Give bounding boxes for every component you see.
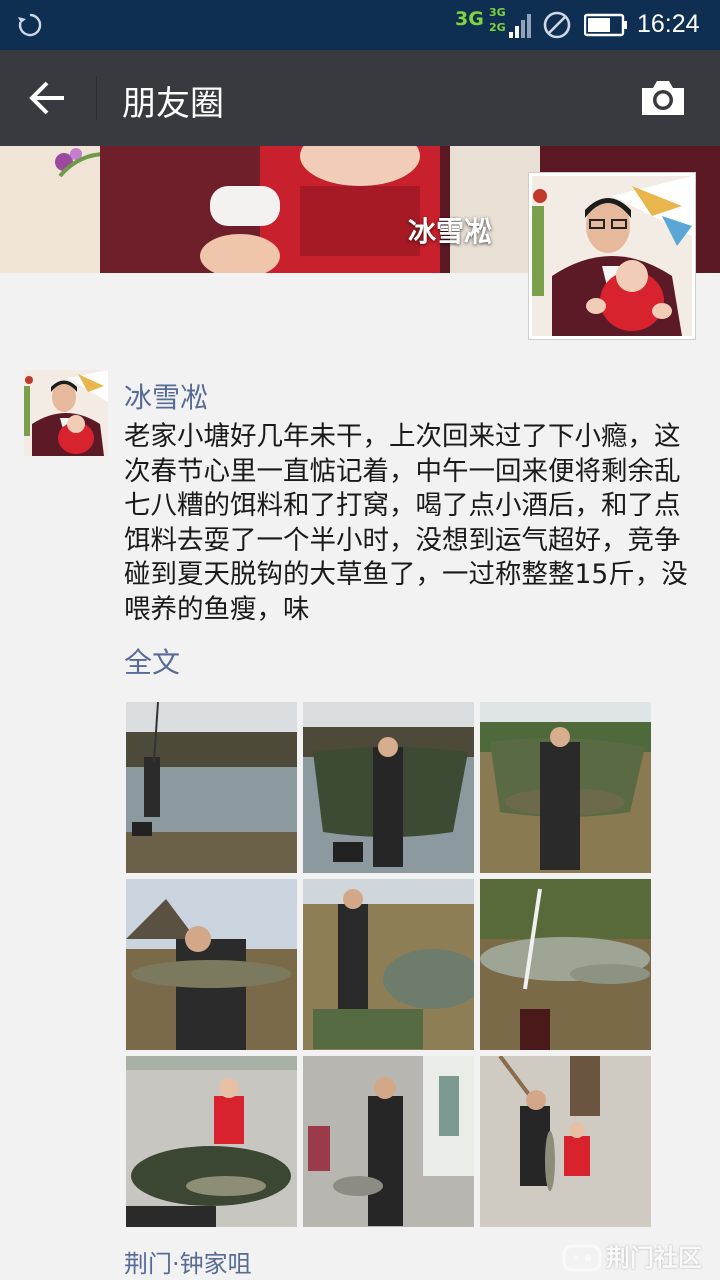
watermark: 荆门社区: [562, 1236, 712, 1278]
network-type: 3G: [455, 8, 484, 30]
post-photo-2[interactable]: [303, 702, 474, 873]
status-bar: 3G 3G 2G 16:24: [0, 0, 720, 50]
profile-avatar[interactable]: [528, 172, 696, 340]
post-photo-4[interactable]: [126, 879, 297, 1050]
expand-full-text-link[interactable]: 全文: [124, 641, 180, 681]
title-divider: [96, 76, 97, 120]
post-photo-6[interactable]: [480, 879, 651, 1050]
photo-grid: [126, 702, 652, 1227]
cover-username: 冰雪凇: [408, 215, 493, 248]
post-author-avatar[interactable]: [24, 370, 108, 456]
signal-icon: [509, 14, 531, 38]
sync-icon: [18, 13, 42, 37]
network-type-secondary: 3G 2G: [489, 6, 506, 34]
camera-icon[interactable]: [638, 78, 688, 118]
post-photo-9[interactable]: [480, 1056, 651, 1227]
page-title: 朋友圈: [122, 84, 224, 124]
post-photo-7[interactable]: [126, 1056, 297, 1227]
clock: 16:24: [637, 10, 700, 38]
post-photo-5[interactable]: [303, 879, 474, 1050]
post-photo-8[interactable]: [303, 1056, 474, 1227]
do-not-disturb-icon: [543, 11, 571, 39]
watermark-text: 荆门社区: [606, 1244, 702, 1272]
battery-icon: [584, 13, 627, 37]
post-photo-1[interactable]: [126, 702, 297, 873]
post-location[interactable]: 荆门·钟家咀: [124, 1244, 252, 1279]
title-bar: 朋友圈: [0, 50, 720, 146]
watermark-logo-icon: [562, 1244, 602, 1272]
post-photo-3[interactable]: [480, 702, 651, 873]
post-text: 老家小塘好几年未干，上次回来过了下小瘾，这次春节心里一直惦记着，中午一回来便将剩…: [124, 421, 688, 625]
arrow-left-icon[interactable]: [28, 80, 68, 116]
post-author-name[interactable]: 冰雪凇: [124, 376, 208, 416]
